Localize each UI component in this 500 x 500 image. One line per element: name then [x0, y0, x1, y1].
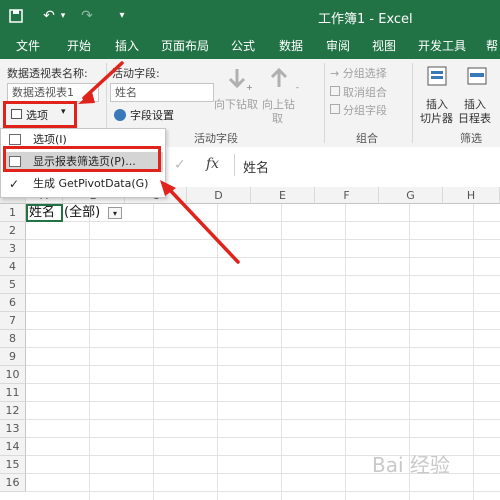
- watermark: Bai 经验: [372, 453, 450, 477]
- annotation-arrows: [78, 61, 240, 264]
- arrow-line-1: [82, 61, 124, 100]
- arrow-line-2: [166, 186, 240, 264]
